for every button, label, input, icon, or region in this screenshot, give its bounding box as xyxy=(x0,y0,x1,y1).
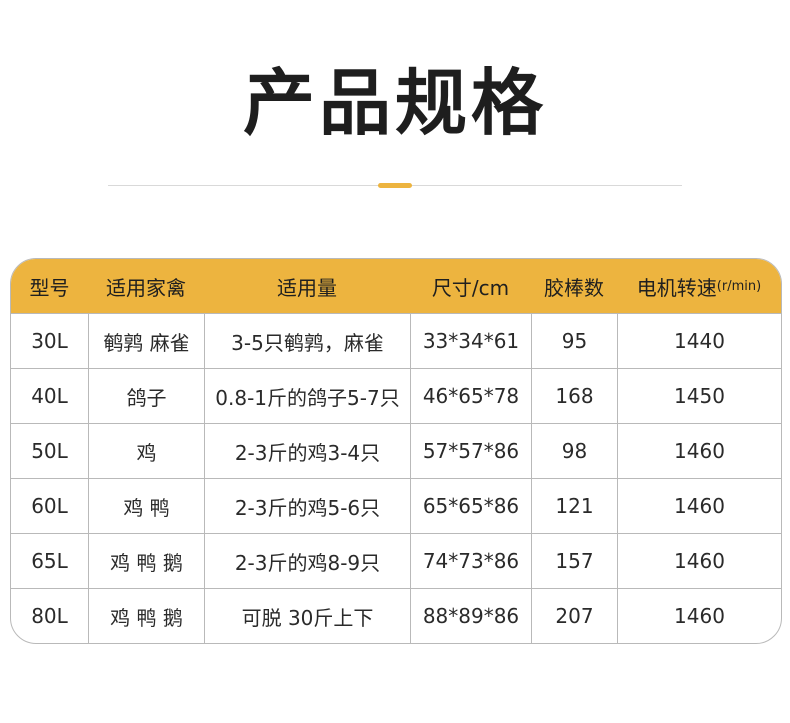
cell-poultry: 鸡 鸭 鹅 xyxy=(88,534,204,588)
cell-rubber-fingers: 207 xyxy=(531,589,617,643)
cell-size: 33*34*61 xyxy=(410,314,531,368)
table-header-row: 型号 适用家禽 适用量 尺寸/cm 胶棒数 电机转速 (r/min) xyxy=(11,259,781,313)
cell-poultry: 鹌鹑 麻雀 xyxy=(88,314,204,368)
header-motor-speed: 电机转速 (r/min) xyxy=(617,259,781,313)
cell-capacity: 3-5只鹌鹑，麻雀 xyxy=(204,314,410,368)
cell-motor-speed: 1460 xyxy=(617,534,781,588)
cell-motor-speed: 1460 xyxy=(617,589,781,643)
cell-capacity: 2-3斤的鸡8-9只 xyxy=(204,534,410,588)
cell-model: 60L xyxy=(31,494,68,518)
cell-size: 65*65*86 xyxy=(410,479,531,533)
cell-capacity: 2-3斤的鸡5-6只 xyxy=(204,479,410,533)
table-row: 60L 鸡 鸭 2-3斤的鸡5-6只 65*65*86 121 1460 xyxy=(11,478,781,533)
table-row: 65L 鸡 鸭 鹅 2-3斤的鸡8-9只 74*73*86 157 1460 xyxy=(11,533,781,588)
header-motor-speed-unit: (r/min) xyxy=(716,278,762,294)
header-motor-speed-label: 电机转速 xyxy=(636,275,717,300)
table-row: 80L 鸡 鸭 鹅 可脱 30斤上下 88*89*86 207 1460 xyxy=(11,588,781,643)
cell-size: 88*89*86 xyxy=(410,589,531,643)
cell-rubber-fingers: 98 xyxy=(531,424,617,478)
cell-poultry: 鸽子 xyxy=(88,369,204,423)
header-poultry: 适用家禽 xyxy=(106,275,186,300)
cell-motor-speed: 1450 xyxy=(617,369,781,423)
table-row: 30L 鹌鹑 麻雀 3-5只鹌鹑，麻雀 33*34*61 95 1440 xyxy=(11,313,781,368)
cell-rubber-fingers: 95 xyxy=(531,314,617,368)
cell-size: 46*65*78 xyxy=(410,369,531,423)
cell-model: 65L xyxy=(31,549,68,573)
cell-size: 74*73*86 xyxy=(410,534,531,588)
cell-poultry: 鸡 鸭 鹅 xyxy=(88,589,204,643)
cell-motor-speed: 1460 xyxy=(617,424,781,478)
cell-size: 57*57*86 xyxy=(410,424,531,478)
cell-capacity: 2-3斤的鸡3-4只 xyxy=(204,424,410,478)
cell-model: 40L xyxy=(31,384,68,408)
header-model: 型号 xyxy=(29,275,70,300)
cell-capacity: 可脱 30斤上下 xyxy=(204,589,410,643)
table-row: 50L 鸡 2-3斤的鸡3-4只 57*57*86 98 1460 xyxy=(11,423,781,478)
cell-motor-speed: 1460 xyxy=(617,479,781,533)
title-divider-accent xyxy=(378,183,412,188)
cell-capacity: 0.8-1斤的鸽子5-7只 xyxy=(204,369,410,423)
header-size: 尺寸/cm xyxy=(431,275,510,300)
cell-rubber-fingers: 121 xyxy=(531,479,617,533)
spec-table: 型号 适用家禽 适用量 尺寸/cm 胶棒数 电机转速 (r/min) 30L 鹌鹑… xyxy=(10,258,782,644)
cell-motor-speed: 1440 xyxy=(617,314,781,368)
cell-rubber-fingers: 157 xyxy=(531,534,617,588)
cell-poultry: 鸡 鸭 xyxy=(88,479,204,533)
page-title: 产品规格 xyxy=(242,61,547,145)
header-capacity: 适用量 xyxy=(277,275,337,300)
cell-model: 50L xyxy=(31,439,68,463)
header-rubber-fingers: 胶棒数 xyxy=(544,275,604,300)
cell-poultry: 鸡 xyxy=(88,424,204,478)
table-row: 40L 鸽子 0.8-1斤的鸽子5-7只 46*65*78 168 1450 xyxy=(11,368,781,423)
cell-rubber-fingers: 168 xyxy=(531,369,617,423)
cell-model: 30L xyxy=(31,329,68,353)
cell-model: 80L xyxy=(31,604,68,628)
